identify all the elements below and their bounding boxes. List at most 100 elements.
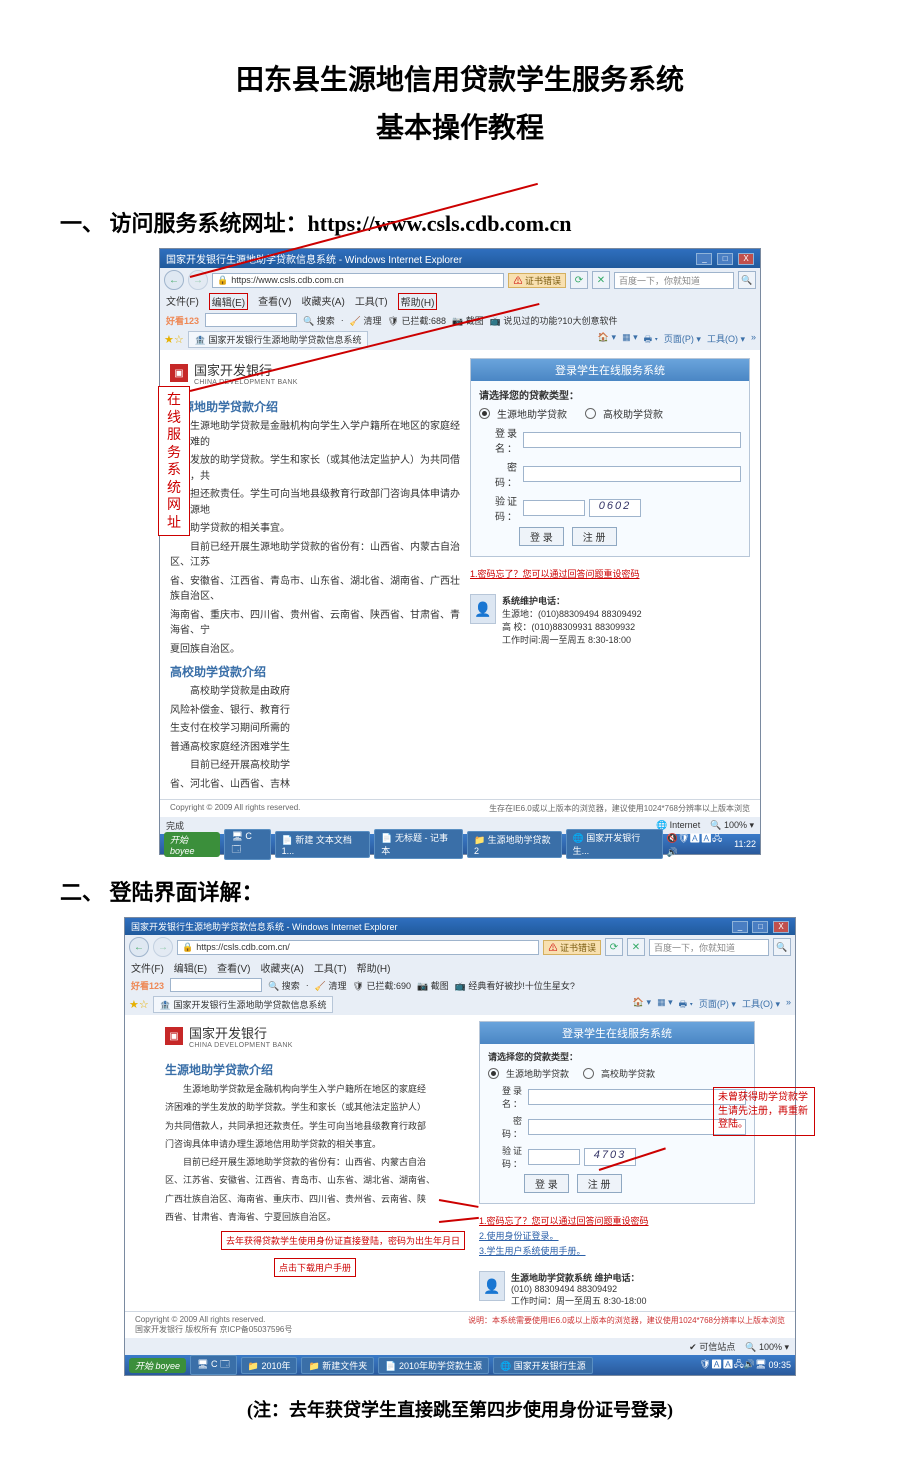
- loan-type-radio-1[interactable]: [488, 1068, 499, 1079]
- cert-error-badge[interactable]: ⚠ 证书错误: [543, 940, 601, 955]
- search-box[interactable]: 百度一下，你就知道: [649, 939, 769, 956]
- close-button[interactable]: X: [773, 921, 789, 933]
- search-box[interactable]: 百度一下，你就知道: [614, 272, 734, 289]
- page-menu[interactable]: 页面(P) ▾: [699, 997, 736, 1013]
- toolbar-dropdown[interactable]: [205, 313, 297, 327]
- forgot-password-link[interactable]: 1.密码忘了？您可以通过回答问题重设密码: [479, 1214, 755, 1227]
- quicklaunch[interactable]: 🖥 C 🗔: [224, 829, 270, 860]
- register-button[interactable]: 注 册: [572, 527, 617, 546]
- refresh-button[interactable]: ⟳: [570, 271, 588, 289]
- minimize-button[interactable]: _: [732, 921, 748, 933]
- username-input[interactable]: [523, 432, 741, 448]
- overflow-icon[interactable]: »: [751, 332, 756, 348]
- taskbar-item[interactable]: 📄 无标题 - 记事本: [374, 829, 463, 859]
- toolbar-clean[interactable]: 🧹 清理: [350, 314, 382, 327]
- login-button[interactable]: 登 录: [524, 1174, 569, 1193]
- taskbar-item[interactable]: 📁 2010年: [241, 1357, 298, 1374]
- menu-fav[interactable]: 收藏夹(A): [301, 293, 344, 310]
- address-bar[interactable]: 🔒 https://www.csls.cdb.com.cn: [212, 273, 504, 288]
- menu-file[interactable]: 文件(F): [166, 293, 199, 310]
- cert-error-badge[interactable]: ⚠ 证书错误: [508, 273, 566, 288]
- tools-menu[interactable]: 工具(O) ▾: [742, 997, 780, 1013]
- system-tray[interactable]: 🔇🛡🅰🅰🖧🔊 11:22: [667, 831, 756, 858]
- home-icon[interactable]: 🏠 ▾: [598, 332, 616, 348]
- quicklaunch[interactable]: 🖥 C 🗔: [190, 1355, 237, 1375]
- password-label: 密 码：: [479, 459, 519, 489]
- menu-fav[interactable]: 收藏夹(A): [260, 960, 303, 975]
- favorites-icon[interactable]: ★☆: [164, 333, 184, 346]
- stop-button[interactable]: ✕: [592, 271, 610, 289]
- toolbar-block[interactable]: 🛡 已拦截:688: [388, 314, 446, 327]
- toolbar-search[interactable]: 🔍 搜索: [268, 979, 300, 992]
- close-button[interactable]: X: [738, 253, 754, 265]
- favorites-icon[interactable]: ★☆: [129, 998, 149, 1011]
- maximize-button[interactable]: □: [717, 253, 733, 265]
- search-button[interactable]: 🔍: [738, 271, 756, 289]
- page-menu[interactable]: 页面(P) ▾: [664, 332, 701, 348]
- menu-help[interactable]: 帮助(H): [357, 960, 391, 975]
- taskbar-item[interactable]: 🌐 国家开发银行生源: [493, 1357, 593, 1374]
- forward-button[interactable]: →: [153, 937, 173, 957]
- status-zoom[interactable]: 🔍 100% ▾: [710, 820, 754, 830]
- loan-type-radio-1[interactable]: [479, 408, 490, 419]
- status-zoom[interactable]: 🔍 100% ▾: [745, 1342, 789, 1352]
- captcha-input[interactable]: [523, 500, 585, 516]
- system-tray[interactable]: 🛡🅰🅰🖧🔊🖥 09:35: [700, 1357, 791, 1373]
- back-button[interactable]: ←: [164, 270, 184, 290]
- tools-menu[interactable]: 工具(O) ▾: [707, 332, 745, 348]
- menu-view[interactable]: 查看(V): [258, 293, 291, 310]
- home-icon[interactable]: 🏠 ▾: [633, 997, 651, 1013]
- menu-tools[interactable]: 工具(T): [314, 960, 347, 975]
- minimize-button[interactable]: _: [696, 253, 712, 265]
- browser-tab[interactable]: 🏦 国家开发银行生源地助学贷款信息系统: [153, 996, 334, 1013]
- maximize-button[interactable]: □: [752, 921, 768, 933]
- toolbar-topic[interactable]: 📺 经典看好被抄!十位生星女?: [455, 979, 575, 992]
- toolbar-dropdown[interactable]: [170, 978, 262, 992]
- loan-type-radio-2[interactable]: [583, 1068, 594, 1079]
- forgot-password-link[interactable]: 1.密码忘了？您可以通过回答问题重设密码: [470, 567, 750, 580]
- toolbar-screenshot[interactable]: 📷 截图: [417, 979, 449, 992]
- print-icon[interactable]: 🖶 ▾: [644, 332, 658, 348]
- stop-button[interactable]: ✕: [627, 938, 645, 956]
- feed-icon[interactable]: ▦ ▾: [657, 997, 673, 1013]
- back-button[interactable]: ←: [129, 937, 149, 957]
- refresh-button[interactable]: ⟳: [605, 938, 623, 956]
- menu-tools[interactable]: 工具(T): [355, 293, 388, 310]
- feed-icon[interactable]: ▦ ▾: [622, 332, 638, 348]
- toolbar-topic[interactable]: 📺 说见过的功能?10大创意软件: [490, 314, 618, 327]
- captcha-image[interactable]: 4703: [584, 1148, 636, 1166]
- taskbar-item[interactable]: 📁 新建文件夹: [301, 1357, 374, 1374]
- captcha-input[interactable]: [528, 1149, 580, 1165]
- register-button[interactable]: 注 册: [577, 1174, 622, 1193]
- overflow-icon[interactable]: »: [786, 997, 791, 1013]
- password-input[interactable]: [523, 466, 741, 482]
- taskbar-item[interactable]: 🌐 国家开发银行生...: [566, 829, 663, 859]
- search-button[interactable]: 🔍: [773, 938, 791, 956]
- login-button[interactable]: 登 录: [519, 527, 564, 546]
- menu-file[interactable]: 文件(F): [131, 960, 164, 975]
- hao123-logo[interactable]: 好看123: [131, 979, 164, 992]
- loan-type-row: 生源地助学贷款 高校助学贷款: [479, 406, 741, 421]
- user-manual-link[interactable]: 3.学生用户系统使用手册。: [479, 1244, 755, 1257]
- captcha-image[interactable]: 0602: [589, 499, 641, 517]
- toolbar-search[interactable]: 🔍 搜索: [303, 314, 335, 327]
- hao123-logo[interactable]: 好看123: [166, 314, 199, 327]
- menu-edit[interactable]: 编辑(E): [209, 293, 248, 310]
- taskbar-item[interactable]: 📄 2010年助学贷款生源: [378, 1357, 489, 1374]
- toolbar-clean[interactable]: 🧹 清理: [315, 979, 347, 992]
- loan-type-radio-2[interactable]: [585, 408, 596, 419]
- copyright-2: 国家开发银行 版权所有 京ICP备05037596号: [135, 1325, 292, 1334]
- taskbar-item[interactable]: 📁 生源地助学贷款2: [467, 831, 562, 858]
- toolbar-block[interactable]: 🛡 已拦截:690: [353, 979, 411, 992]
- id-login-link[interactable]: 2.使用身份证登录。: [479, 1229, 755, 1242]
- start-button[interactable]: 开始 boyee: [129, 1358, 186, 1373]
- menu-view[interactable]: 查看(V): [217, 960, 250, 975]
- taskbar-item[interactable]: 📄 新建 文本文档1...: [275, 831, 371, 858]
- address-bar[interactable]: 🔒 https://csls.cdb.com.cn/: [177, 940, 539, 955]
- browser-tab[interactable]: 🏦 国家开发银行生源地助学贷款信息系统: [188, 331, 369, 348]
- menu-help[interactable]: 帮助(H): [398, 293, 438, 310]
- start-button[interactable]: 开始 boyee: [164, 832, 220, 857]
- menu-edit[interactable]: 编辑(E): [174, 960, 207, 975]
- print-icon[interactable]: 🖶 ▾: [679, 997, 693, 1013]
- lock-icon: 🔒: [182, 942, 193, 953]
